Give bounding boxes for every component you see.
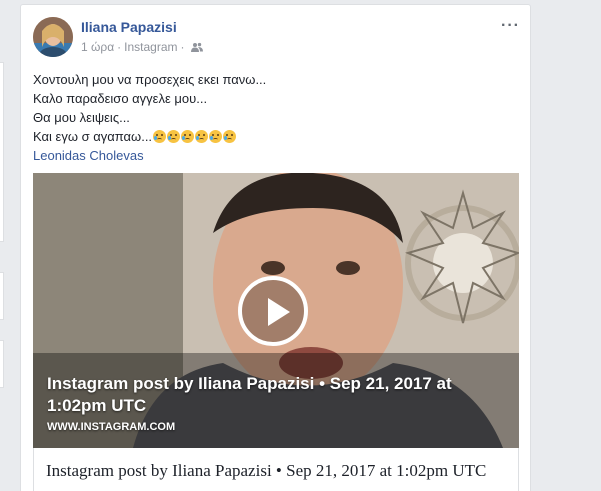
post-text-line: Και εγω σ αγαπαω... xyxy=(33,129,153,144)
post-meta: 1 ώρα · Instagram · xyxy=(81,40,203,54)
meta-separator: · xyxy=(180,40,185,54)
post-text-line: Θα μου λειψεις... xyxy=(33,110,130,125)
meta-separator: · xyxy=(117,40,122,54)
crying-face-icon xyxy=(153,130,167,143)
post-text-line: Καλο παραδεισο αγγελε μου... xyxy=(33,91,208,106)
post-options-button[interactable]: ··· xyxy=(501,17,520,35)
video-overlay-title[interactable]: Instagram post by Iliana Papazisi • Sep … xyxy=(47,373,497,417)
post-text: Χοντουλη μου να προσεχεις εκει πανω... Κ… xyxy=(33,70,513,165)
mention-link[interactable]: Leonidas Cholevas xyxy=(33,146,513,165)
crying-face-icon xyxy=(209,130,223,143)
left-panel xyxy=(0,340,4,388)
video-overlay-domain: WWW.INSTAGRAM.COM xyxy=(47,421,176,433)
video-embed[interactable]: Instagram post by Iliana Papazisi • Sep … xyxy=(33,173,519,448)
avatar[interactable] xyxy=(33,17,73,57)
post-text-line-with-emoji: Και εγω σ αγαπαω... xyxy=(33,127,513,146)
author-name[interactable]: Iliana Papazisi xyxy=(81,19,177,35)
link-preview[interactable]: Instagram post by Iliana Papazisi • Sep … xyxy=(33,448,519,491)
emoji-group xyxy=(153,130,237,143)
post-text-line: Χοντουλη μου να προσεχεις εκει πανω... xyxy=(33,72,267,87)
feed-post: Iliana Papazisi 1 ώρα · Instagram · ··· … xyxy=(20,4,531,491)
post-timestamp[interactable]: 1 ώρα xyxy=(81,40,114,54)
play-button[interactable] xyxy=(238,276,308,346)
link-preview-title[interactable]: Instagram post by Iliana Papazisi • Sep … xyxy=(46,460,506,482)
crying-face-icon xyxy=(181,130,195,143)
crying-face-icon xyxy=(223,130,237,143)
post-source[interactable]: Instagram xyxy=(124,40,177,54)
left-panel xyxy=(0,272,4,320)
friends-icon[interactable] xyxy=(190,42,203,52)
crying-face-icon xyxy=(167,130,181,143)
crying-face-icon xyxy=(195,130,209,143)
left-panel xyxy=(0,62,4,242)
